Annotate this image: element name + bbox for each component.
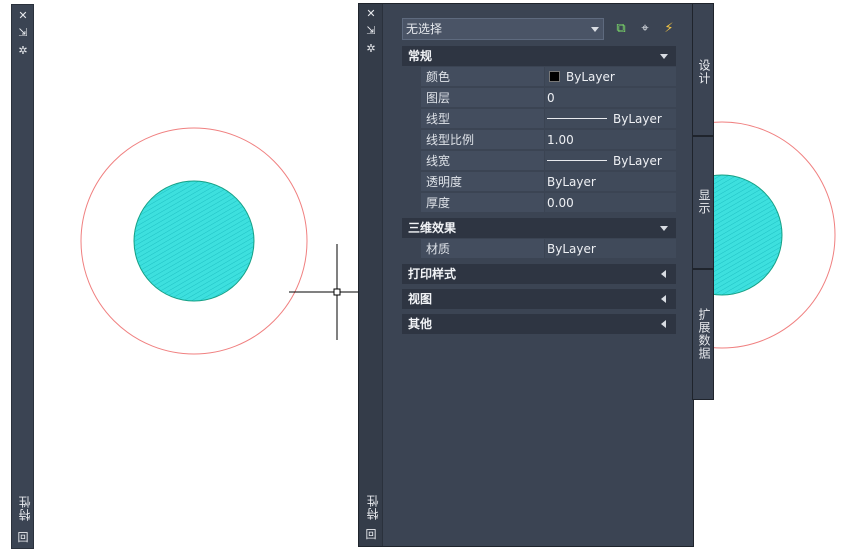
section-general[interactable]: 常规	[402, 46, 676, 66]
tab-display[interactable]: 显示	[692, 136, 714, 269]
prop-name: 线型	[421, 109, 544, 129]
prop-row-material[interactable]: 材质 ByLayer	[402, 239, 676, 260]
palette-title: 特性	[18, 495, 32, 521]
linetype-sample	[547, 118, 607, 119]
prop-name: 透明度	[421, 172, 544, 192]
close-icon[interactable]: ✕	[363, 8, 379, 20]
prop-row-layer[interactable]: 图层 0	[402, 88, 676, 109]
section-3d-effects[interactable]: 三维效果	[402, 218, 676, 238]
hatched-circle-left[interactable]	[133, 180, 255, 302]
section-misc-label: 其他	[408, 317, 433, 331]
properties-palette: ✕ ⇲ ✲ 特性 回 无选择 ⧉ ⌖ ⚡ 常规 颜色 ByLayer 图层 0	[358, 3, 694, 547]
settings-icon[interactable]: ✲	[15, 45, 31, 57]
selection-dropdown[interactable]: 无选择	[402, 18, 604, 40]
section-general-label: 常规	[408, 49, 433, 63]
settings-icon[interactable]: ✲	[363, 43, 379, 55]
prop-value-material[interactable]: ByLayer	[545, 239, 676, 259]
palette-body: 无选择 ⧉ ⌖ ⚡ 常规 颜色 ByLayer 图层 0 线型 ByLayer …	[383, 4, 693, 546]
prop-value-linetype-scale[interactable]: 1.00	[545, 130, 676, 150]
properties-icon[interactable]: 回	[15, 532, 31, 544]
tab-design[interactable]: 设计	[692, 3, 714, 136]
prop-value-lineweight[interactable]: ByLayer	[545, 151, 676, 171]
collapsed-properties-palette[interactable]: ✕ ⇲ ✲ 特性 回	[11, 4, 34, 549]
tab-extended-data[interactable]: 扩展数据	[692, 269, 714, 400]
prop-name: 线宽	[421, 151, 544, 171]
section-plot-style-label: 打印样式	[408, 267, 457, 281]
auto-hide-icon[interactable]: ⇲	[363, 25, 379, 37]
section-plot-style[interactable]: 打印样式	[402, 264, 676, 284]
prop-name: 颜色	[421, 67, 544, 87]
crosshair-cursor	[289, 244, 358, 340]
expand-caret-icon	[661, 320, 666, 328]
prop-row-lineweight[interactable]: 线宽 ByLayer	[402, 151, 676, 172]
prop-value-color[interactable]: ByLayer	[545, 67, 676, 87]
prop-row-linetype-scale[interactable]: 线型比例 1.00	[402, 130, 676, 151]
lineweight-sample	[547, 160, 607, 161]
toggle-pickadd-icon[interactable]: ⧉	[612, 20, 630, 38]
prop-value-transparency[interactable]: ByLayer	[545, 172, 676, 192]
select-objects-icon[interactable]: ⌖	[636, 20, 654, 38]
prop-name: 图层	[421, 88, 544, 108]
properties-icon[interactable]: 回	[363, 529, 379, 541]
prop-name: 材质	[421, 239, 544, 259]
prop-value-thickness[interactable]: 0.00	[545, 193, 676, 213]
section-view[interactable]: 视图	[402, 289, 676, 309]
palette-titlebar[interactable]: ✕ ⇲ ✲ 特性 回	[359, 4, 383, 546]
close-icon[interactable]: ✕	[15, 10, 31, 22]
quick-select-icon[interactable]: ⚡	[660, 20, 678, 38]
section-3d-effects-label: 三维效果	[408, 221, 457, 235]
collapse-caret-icon	[660, 226, 668, 231]
prop-value-linetype[interactable]: ByLayer	[545, 109, 676, 129]
section-misc[interactable]: 其他	[402, 314, 676, 334]
chevron-down-icon	[591, 27, 599, 32]
prop-name: 厚度	[421, 193, 544, 213]
palette-title: 特性	[366, 494, 380, 520]
expand-caret-icon	[661, 295, 666, 303]
prop-row-thickness[interactable]: 厚度 0.00	[402, 193, 676, 214]
auto-hide-icon[interactable]: ⇲	[15, 27, 31, 39]
prop-value-layer[interactable]: 0	[545, 88, 676, 108]
selection-value: 无选择	[406, 22, 443, 36]
expand-caret-icon	[661, 270, 666, 278]
section-view-label: 视图	[408, 292, 433, 306]
prop-row-linetype[interactable]: 线型 ByLayer	[402, 109, 676, 130]
collapse-caret-icon	[660, 54, 668, 59]
prop-row-color[interactable]: 颜色 ByLayer	[402, 67, 676, 88]
prop-name: 线型比例	[421, 130, 544, 150]
prop-row-transparency[interactable]: 透明度 ByLayer	[402, 172, 676, 193]
color-swatch	[549, 71, 560, 82]
